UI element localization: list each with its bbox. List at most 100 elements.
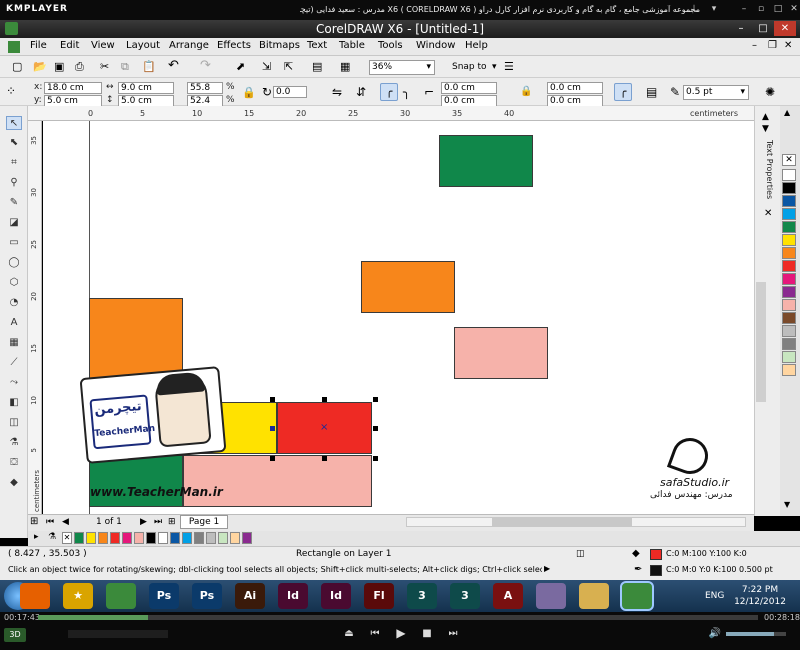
palette-swatch[interactable]	[782, 286, 796, 298]
player-maximize-icon[interactable]: □	[772, 3, 784, 15]
selection-handle-bottom-right[interactable]	[373, 456, 378, 461]
maximize-icon[interactable]: □	[752, 21, 774, 36]
minimize-icon[interactable]: –	[730, 21, 752, 36]
connector-tool-icon[interactable]: ⤳	[6, 376, 22, 390]
doc-palette-swatch[interactable]	[110, 532, 120, 544]
taskbar-photoshop-1-icon[interactable]: Ps	[149, 583, 179, 609]
relative-corner-scaling-icon[interactable]: ╭	[614, 83, 632, 101]
new-document-icon[interactable]: ▢	[12, 60, 22, 73]
import-icon[interactable]: ⇲	[262, 60, 271, 73]
doc-restore-icon[interactable]: ❐	[768, 40, 777, 51]
doc-palette-swatch[interactable]	[86, 532, 96, 544]
docker-scroll-down-icon[interactable]: ▼	[762, 124, 769, 134]
palette-swatch[interactable]	[782, 312, 796, 324]
no-color-swatch[interactable]: ✕	[782, 154, 796, 166]
palette-swatch[interactable]	[782, 195, 796, 207]
save-icon[interactable]: ▣	[54, 60, 64, 73]
doc-minimize-icon[interactable]: –	[752, 40, 757, 51]
dimension-tool-icon[interactable]: ⟋	[6, 356, 22, 370]
cut-icon[interactable]: ✂	[100, 60, 109, 73]
last-page-icon[interactable]: ⏭	[154, 517, 162, 527]
palette-swatch[interactable]	[782, 338, 796, 350]
object-origin-icon[interactable]: ⁘	[6, 84, 16, 98]
polygon-tool-icon[interactable]: ⬡	[6, 276, 22, 290]
doc-palette-swatch[interactable]	[194, 532, 204, 544]
paste-icon[interactable]: 📋	[142, 60, 156, 73]
x-position-field[interactable]: 18.0 cm	[44, 82, 102, 94]
system-clock[interactable]: 7:22 PM 12/12/2012	[730, 584, 790, 608]
snap-to-button[interactable]: Snap to	[452, 62, 487, 72]
selection-handle-top[interactable]	[322, 397, 327, 402]
scale-x-field[interactable]: 55.8	[187, 82, 223, 94]
doc-close-icon[interactable]: ✕	[784, 40, 792, 51]
green-rect-top[interactable]	[439, 135, 533, 187]
3d-mode-button[interactable]: 3D	[4, 628, 26, 642]
first-page-icon[interactable]: ⏮	[46, 517, 54, 527]
lock-corners-icon[interactable]: 🔒	[520, 86, 532, 97]
wrap-text-icon[interactable]: ▤	[646, 85, 657, 99]
prev-page-icon[interactable]: ◀	[62, 517, 69, 527]
color-proof-icon[interactable]: ◫	[576, 549, 585, 559]
green-rect-bottom[interactable]	[89, 455, 183, 507]
doc-palette-swatch[interactable]	[206, 532, 216, 544]
hint-arrow-icon[interactable]: ▶	[544, 564, 550, 573]
menu-text[interactable]: Text	[307, 40, 327, 51]
doc-palette-swatch[interactable]	[218, 532, 228, 544]
palette-swatch[interactable]	[782, 208, 796, 220]
page-add-icon[interactable]: ⊞	[30, 516, 38, 527]
options-icon[interactable]: ☰	[504, 60, 514, 73]
taskbar-disc-app-icon[interactable]	[536, 583, 566, 609]
taskbar-firefox-icon[interactable]	[20, 583, 50, 609]
doc-palette-swatch[interactable]	[146, 532, 156, 544]
transparency-tool-icon[interactable]: ◫	[6, 416, 22, 430]
taskbar-coreldraw-icon[interactable]	[106, 583, 136, 609]
round-corner-icon[interactable]: ╭	[380, 83, 398, 101]
rectangle-tool-icon[interactable]: ▭	[6, 236, 22, 250]
taskbar-indesign-1-icon[interactable]: Id	[278, 583, 308, 609]
stop-icon[interactable]: ■	[420, 628, 434, 639]
outline-color-swatch[interactable]	[650, 565, 662, 576]
mirror-horizontal-icon[interactable]: ⇋	[332, 85, 342, 99]
menu-tools[interactable]: Tools	[378, 40, 403, 51]
table-tool-icon[interactable]: ▦	[6, 336, 22, 350]
undo-icon[interactable]: ↶	[168, 58, 179, 73]
blend-tool-icon[interactable]: ◧	[6, 396, 22, 410]
taskbar-autocad-icon[interactable]: A	[493, 583, 523, 609]
selection-handle-bottom[interactable]	[322, 456, 327, 461]
palette-swatch[interactable]	[782, 325, 796, 337]
doc-palette-swatch[interactable]	[98, 532, 108, 544]
taskbar-flash-icon[interactable]: Fl	[364, 583, 394, 609]
copy-icon[interactable]: ⧉	[121, 60, 129, 74]
corner-top-right-field[interactable]: 0.0 cm	[547, 82, 603, 94]
convert-to-curves-icon[interactable]: ✺	[765, 85, 775, 99]
selection-handle-top-right[interactable]	[373, 397, 378, 402]
crop-tool-icon[interactable]: ⌗	[6, 156, 22, 170]
selection-handle-top-left[interactable]	[270, 397, 275, 402]
text-tool-icon[interactable]: A	[6, 316, 22, 330]
menu-view[interactable]: View	[91, 40, 115, 51]
palette-swatch[interactable]	[782, 247, 796, 259]
taskbar-coreldraw-active-icon[interactable]	[620, 581, 654, 611]
volume-icon[interactable]: 🔊	[708, 628, 722, 639]
palette-swatch[interactable]	[782, 351, 796, 363]
chamfered-corner-icon[interactable]: ⌐	[424, 85, 434, 99]
palette-swatch[interactable]	[782, 299, 796, 311]
rotate-icon[interactable]: ↻	[262, 85, 272, 99]
eyedropper-tool-icon[interactable]: ⚗	[6, 436, 22, 450]
player-close-icon[interactable]: ✕	[788, 3, 800, 15]
application-launcher-icon[interactable]: ▤	[312, 60, 322, 73]
palette-swatch[interactable]	[782, 182, 796, 194]
player-restore-icon[interactable]: ▫	[755, 3, 767, 15]
taskbar-folder-app-icon[interactable]	[579, 583, 609, 609]
print-icon[interactable]: ⎙	[75, 60, 84, 74]
pink-rect-right[interactable]	[454, 327, 548, 379]
play-icon[interactable]: ▶	[394, 626, 408, 640]
close-icon[interactable]: ✕	[774, 21, 796, 36]
coreldraw-app-icon[interactable]	[5, 22, 18, 35]
menu-window[interactable]: Window	[416, 40, 455, 51]
palette-scroll-down-icon[interactable]: ▼	[784, 500, 790, 509]
eyedropper-icon[interactable]: ⚗	[48, 532, 56, 542]
doc-no-color-swatch[interactable]: ✕	[62, 532, 72, 544]
taskbar-star-app-icon[interactable]: ★	[63, 583, 93, 609]
palette-swatch[interactable]	[782, 260, 796, 272]
